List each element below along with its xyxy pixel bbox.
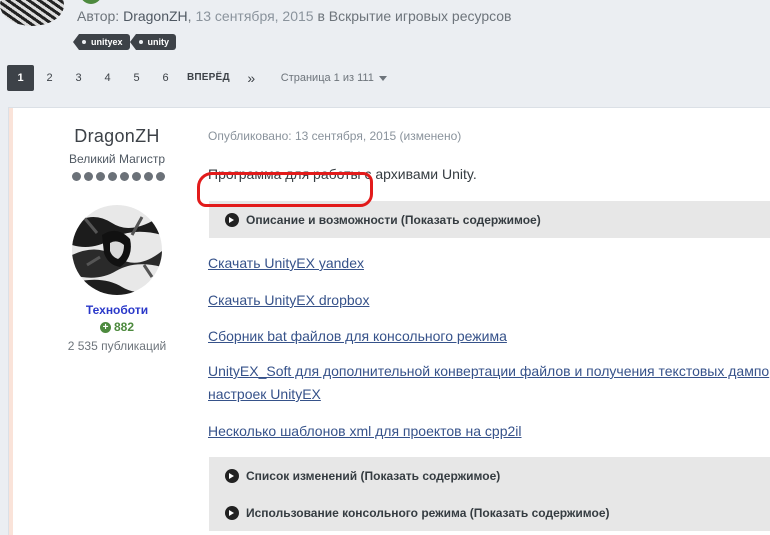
download-dropbox-link[interactable]: Скачать UnityEX dropbox	[208, 292, 369, 308]
rank-pip	[120, 172, 129, 181]
page-of-label: Страница 1 из 111	[280, 72, 374, 84]
xml-templates-link[interactable]: Несколько шаблонов xml для проектов на c…	[208, 423, 522, 439]
spoiler-console-label: Использование консольного режима (Показа…	[246, 505, 610, 520]
bat-files-link[interactable]: Сборник bat файлов для консольного режим…	[208, 328, 507, 344]
author-rank: Великий Магистр	[68, 152, 166, 166]
page-4-button[interactable]: 4	[94, 65, 121, 91]
author-prefix: Автор:	[77, 8, 124, 24]
author-group[interactable]: Техноботи	[17, 303, 217, 317]
rank-pip	[72, 172, 81, 181]
chevron-right-icon	[225, 468, 239, 483]
spoiler-changes-label: Список изменений (Показать содержимое)	[246, 468, 501, 483]
reputation-value: 882	[113, 320, 135, 334]
rank-pip	[156, 172, 165, 181]
rank-pips	[72, 172, 165, 181]
author-avatar-small[interactable]	[0, 0, 64, 26]
author-username[interactable]: DragonZH	[17, 126, 217, 147]
post-card: DragonZH Великий Магистр Техноботи + 882…	[8, 107, 770, 535]
author-post-count: 2 535 публикаций	[67, 339, 167, 353]
next-page-button[interactable]: ВПЕРЁД	[181, 65, 236, 91]
tag-unity[interactable]: unity	[129, 34, 177, 50]
page-2-button[interactable]: 2	[36, 65, 63, 91]
caret-down-icon	[378, 75, 387, 81]
rank-pip	[132, 172, 141, 181]
spoiler-description-label: Описание и возможности (Показать содержи…	[246, 212, 541, 227]
red-highlight-annotation	[197, 172, 373, 207]
chevron-right-icon	[225, 212, 239, 227]
unityex-soft-link[interactable]: UnityEX_Soft для дополнительной конверта…	[208, 363, 769, 379]
plus-circle-icon: +	[99, 321, 111, 333]
spoiler-console[interactable]: Использование консольного режима (Показа…	[209, 494, 770, 531]
page-6-button[interactable]: 6	[152, 65, 179, 91]
rank-pip	[96, 172, 105, 181]
rank-pip	[144, 172, 153, 181]
post-published: Опубликовано: 13 сентября, 2015 (изменен…	[208, 129, 462, 143]
meta-in: в	[313, 8, 329, 24]
forum-link[interactable]: Вскрытие игровых ресурсов	[329, 8, 512, 24]
rank-pip	[84, 172, 93, 181]
spoiler-group: Список изменений (Показать содержимое) И…	[209, 457, 770, 531]
tag-unityex[interactable]: unityex	[73, 34, 130, 50]
page-jump-dropdown[interactable]: Страница 1 из 111	[281, 72, 387, 84]
page-5-button[interactable]: 5	[123, 65, 150, 91]
last-page-button[interactable]: »	[238, 65, 265, 91]
tag-list: unityex unity	[73, 34, 177, 50]
rank-pip	[108, 172, 117, 181]
chevron-right-icon	[225, 505, 239, 520]
topic-date: 13 сентября, 2015	[195, 8, 314, 24]
page-3-button[interactable]: 3	[65, 65, 92, 91]
topic-meta: Автор: DragonZH, 13 сентября, 2015 в Вск…	[77, 8, 512, 24]
spoiler-changes[interactable]: Список изменений (Показать содержимое)	[209, 457, 770, 494]
author-reputation: + 882	[17, 320, 217, 334]
download-yandex-link[interactable]: Скачать UnityEX yandex	[208, 255, 364, 271]
unityex-soft-link-continued[interactable]: настроек UnityEX	[208, 386, 321, 402]
online-indicator	[80, 0, 102, 4]
author-avatar[interactable]	[72, 205, 162, 295]
pagination: 1 2 3 4 5 6 ВПЕРЁД » Страница 1 из 111	[7, 65, 387, 91]
topic-header: Автор: DragonZH, 13 сентября, 2015 в Вск…	[0, 0, 770, 60]
author-link[interactable]: DragonZH	[123, 8, 188, 24]
page-1-button[interactable]: 1	[7, 65, 34, 91]
